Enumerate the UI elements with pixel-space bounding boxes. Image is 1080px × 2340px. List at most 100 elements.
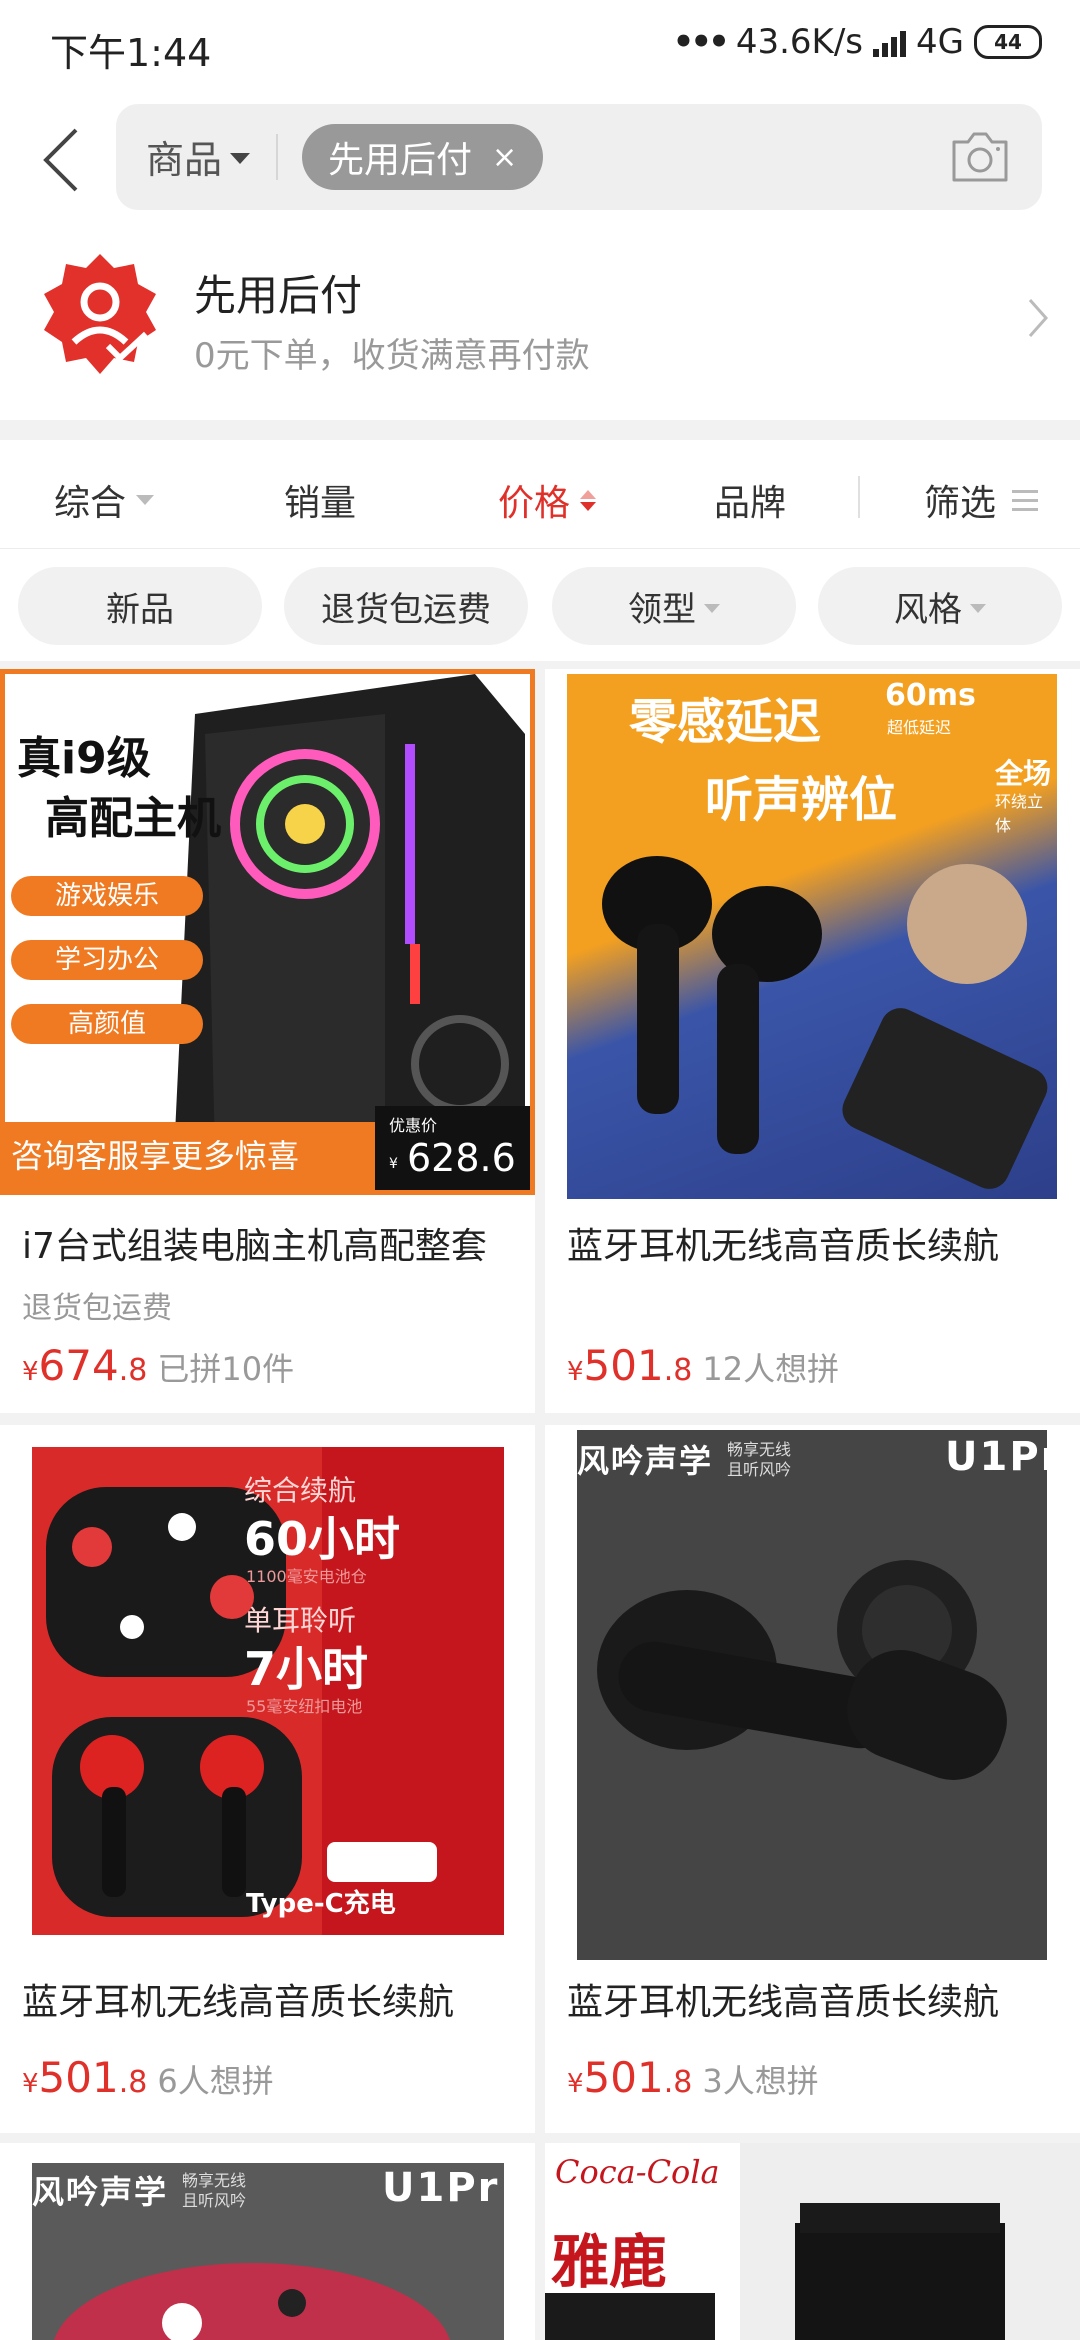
promo-line-1: 零感延迟 bbox=[629, 694, 822, 750]
promo-brand: 风吟声学 bbox=[32, 2173, 169, 2211]
yen-symbol: ¥ bbox=[22, 1357, 39, 1387]
sales-count: 12人想拼 bbox=[702, 1350, 840, 1388]
black-earbuds-image bbox=[577, 1430, 1047, 1960]
filter-chip-label: 退货包运费 bbox=[321, 589, 491, 630]
product-price: ¥ 674 .8 已拼10件 bbox=[22, 1341, 294, 1390]
promo-slogan: 且听风吟 bbox=[727, 1460, 792, 1479]
promo-text: Type-C充电 bbox=[246, 1889, 396, 1919]
promo-brand: 雅鹿 bbox=[551, 2228, 668, 2296]
filter-chip-new[interactable]: 新品 bbox=[18, 567, 262, 645]
price-integer: 501 bbox=[583, 1341, 664, 1390]
promo-headline-1: 真i9级 bbox=[17, 733, 151, 784]
product-title[interactable]: 蓝牙耳机无线高音质长续航 bbox=[22, 1973, 522, 2025]
product-title[interactable]: 蓝牙耳机无线高音质长续航 bbox=[567, 1217, 1067, 1269]
earbuds-image bbox=[602, 856, 1048, 1189]
price-decimal: .8 bbox=[663, 2065, 693, 2100]
product-image[interactable]: 综合续航 60小时 1100毫安电池仓 单耳聆听 7小时 55毫安纽扣电池 Ty… bbox=[32, 1447, 504, 1935]
search-header: 商品 先用后付 × bbox=[0, 100, 1080, 220]
quick-filter-bar: 新品 退货包运费 领型 风格 bbox=[0, 549, 1080, 661]
chevron-right-icon bbox=[1028, 299, 1049, 337]
filter-menu-icon bbox=[1012, 489, 1039, 511]
promo-pill: 学习办公 bbox=[11, 940, 203, 980]
promo-model: U1Pr bbox=[382, 2165, 500, 2211]
price-integer: 501 bbox=[583, 2053, 664, 2102]
sales-count: 6人想拼 bbox=[157, 2062, 274, 2100]
yen-symbol: ¥ bbox=[389, 1156, 398, 1172]
signal-icon bbox=[873, 27, 907, 57]
search-bar[interactable]: 商品 先用后付 × bbox=[116, 104, 1042, 210]
caret-down-icon bbox=[230, 153, 251, 164]
sort-tab-label: 价格 bbox=[498, 483, 571, 524]
pay-later-banner[interactable]: 先用后付 0元下单，收货满意再付款 bbox=[0, 220, 1080, 420]
search-scope-label: 商品 bbox=[146, 138, 223, 182]
sort-tab-price[interactable]: 价格 bbox=[498, 474, 597, 526]
filter-chip-label: 领型 bbox=[628, 589, 696, 630]
more-dots-icon: ••• bbox=[672, 22, 730, 62]
price-decimal: .8 bbox=[118, 2065, 148, 2100]
coca-cola-logo: Coca-Cola bbox=[555, 2153, 720, 2191]
promo-pill: 游戏娱乐 bbox=[11, 876, 203, 916]
filter-label: 筛选 bbox=[924, 483, 997, 524]
product-card[interactable]: Coca-Cola 雅鹿 bbox=[545, 2143, 1080, 2340]
promo-pill: 高颜值 bbox=[11, 1004, 203, 1044]
filter-chip-collar[interactable]: 领型 bbox=[552, 567, 796, 645]
promo-surround-note: 环绕立体 bbox=[995, 792, 1044, 835]
product-card[interactable]: 风吟声学 畅享无线 且听风吟 U1Pr bbox=[0, 2143, 535, 2340]
filter-chip-free-return[interactable]: 退货包运费 bbox=[284, 567, 528, 645]
product-image[interactable]: 真i9级 高配主机 游戏娱乐 学习办公 高颜值 咨询客服享更多惊喜 优惠价 ¥ … bbox=[0, 669, 535, 1195]
product-price: ¥ 501 .8 12人想拼 bbox=[567, 1341, 839, 1390]
banner-title: 先用后付 bbox=[194, 271, 363, 320]
network-speed: 43.6K/s bbox=[735, 22, 864, 62]
promo-footer-banner: 咨询客服享更多惊喜 bbox=[5, 1122, 381, 1190]
search-scope-dropdown[interactable]: 商品 bbox=[146, 129, 251, 184]
product-image[interactable]: 风吟声学 畅享无线 且听风吟 U1Pr bbox=[577, 1430, 1047, 1960]
promo-latency-note: 超低延迟 bbox=[887, 718, 952, 737]
back-arrow-icon[interactable] bbox=[36, 122, 96, 198]
promo-text: 60小时 bbox=[244, 1512, 401, 1566]
status-time: 下午1:44 bbox=[50, 31, 212, 75]
promo-price-value: 628.6 bbox=[407, 1136, 516, 1180]
search-keyword-label: 先用后付 bbox=[328, 140, 473, 181]
product-title[interactable]: i7台式组装电脑主机高配整套 bbox=[22, 1217, 522, 1269]
battery-icon: 44 bbox=[974, 25, 1042, 59]
sales-count: 已拼10件 bbox=[157, 1350, 295, 1388]
sort-tab-brand[interactable]: 品牌 bbox=[714, 474, 786, 526]
search-keyword-chip[interactable]: 先用后付 × bbox=[302, 124, 544, 190]
filter-chip-style[interactable]: 风格 bbox=[818, 567, 1062, 645]
product-tag: 退货包运费 bbox=[22, 1291, 172, 1326]
sort-tab-comprehensive[interactable]: 综合 bbox=[54, 474, 155, 526]
divider bbox=[276, 134, 278, 180]
promo-text: 1100毫安电池仓 bbox=[246, 1567, 367, 1586]
product-image[interactable]: 风吟声学 畅享无线 且听风吟 U1Pr bbox=[32, 2163, 504, 2340]
network-type: 4G bbox=[916, 22, 964, 62]
product-card[interactable]: 综合续航 60小时 1100毫安电池仓 单耳聆听 7小时 55毫安纽扣电池 Ty… bbox=[0, 1425, 535, 2133]
filter-button[interactable]: 筛选 bbox=[924, 474, 1039, 526]
close-icon[interactable]: × bbox=[492, 140, 517, 175]
promo-model: U1Pr bbox=[945, 1434, 1047, 1480]
promo-price-tag: 优惠价 ¥ 628.6 bbox=[375, 1106, 530, 1190]
product-price: ¥ 501 .8 6人想拼 bbox=[22, 2053, 274, 2102]
product-image[interactable]: 零感延迟 60ms 超低延迟 听声辨位 全场 环绕立体 bbox=[567, 674, 1057, 1199]
product-title[interactable]: 蓝牙耳机无线高音质长续航 bbox=[567, 1973, 1067, 2025]
sort-order-icon bbox=[580, 489, 597, 511]
sort-tab-sales[interactable]: 销量 bbox=[284, 474, 356, 526]
product-card[interactable]: 真i9级 高配主机 游戏娱乐 学习办公 高颜值 咨询客服享更多惊喜 优惠价 ¥ … bbox=[0, 669, 535, 1413]
yen-symbol: ¥ bbox=[567, 2069, 584, 2099]
product-card[interactable]: 风吟声学 畅享无线 且听风吟 U1Pr 蓝牙耳机无线高音质长续航 ¥ 501 .… bbox=[545, 1425, 1080, 2133]
promo-surround: 全场 bbox=[995, 757, 1052, 790]
caret-down-icon bbox=[970, 603, 986, 613]
pay-later-badge-icon bbox=[44, 254, 156, 374]
divider bbox=[858, 476, 860, 518]
camera-icon[interactable] bbox=[948, 126, 1012, 186]
product-price: ¥ 501 .8 3人想拼 bbox=[567, 2053, 819, 2102]
promo-headline-2: 高配主机 bbox=[45, 793, 221, 844]
product-image[interactable]: Coca-Cola 雅鹿 bbox=[545, 2143, 1080, 2340]
sort-tab-label: 销量 bbox=[284, 483, 357, 524]
banner-subtitle: 0元下单，收货满意再付款 bbox=[194, 336, 590, 376]
promo-text: 55毫安纽扣电池 bbox=[246, 1697, 363, 1716]
caret-down-icon bbox=[136, 495, 155, 505]
sort-tab-label: 综合 bbox=[54, 483, 127, 524]
yen-symbol: ¥ bbox=[567, 1357, 584, 1387]
product-card[interactable]: 零感延迟 60ms 超低延迟 听声辨位 全场 环绕立体 蓝牙耳机无线高音质长续航… bbox=[545, 669, 1080, 1413]
status-indicators: ••• 43.6K/s 4G 44 bbox=[673, 22, 1042, 62]
